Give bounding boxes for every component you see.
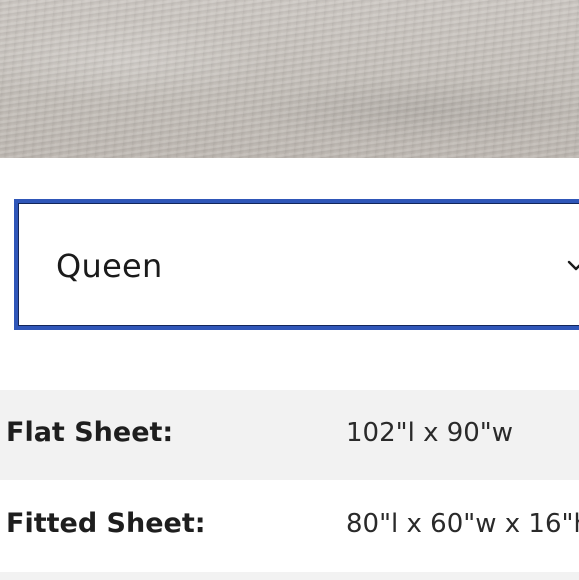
spec-value: 102"l x 90"w bbox=[346, 418, 514, 448]
product-page: Queen Flat Sheet: 102"l x 90"w Fitted Sh… bbox=[0, 0, 579, 580]
chevron-down-icon[interactable] bbox=[567, 257, 579, 275]
spec-row-flat-sheet: Flat Sheet: 102"l x 90"w bbox=[0, 390, 579, 480]
spec-value: 80"l x 60"w x 16"h bbox=[346, 509, 579, 539]
size-select[interactable]: Queen bbox=[14, 199, 579, 330]
size-select-value: Queen bbox=[56, 247, 163, 285]
spec-label: Flat Sheet: bbox=[6, 417, 174, 448]
spec-row-next bbox=[0, 572, 579, 580]
spec-row-fitted-sheet: Fitted Sheet: 80"l x 60"w x 16"h bbox=[0, 481, 579, 571]
spec-label: Fitted Sheet: bbox=[6, 508, 206, 539]
product-fabric-image bbox=[0, 0, 579, 158]
